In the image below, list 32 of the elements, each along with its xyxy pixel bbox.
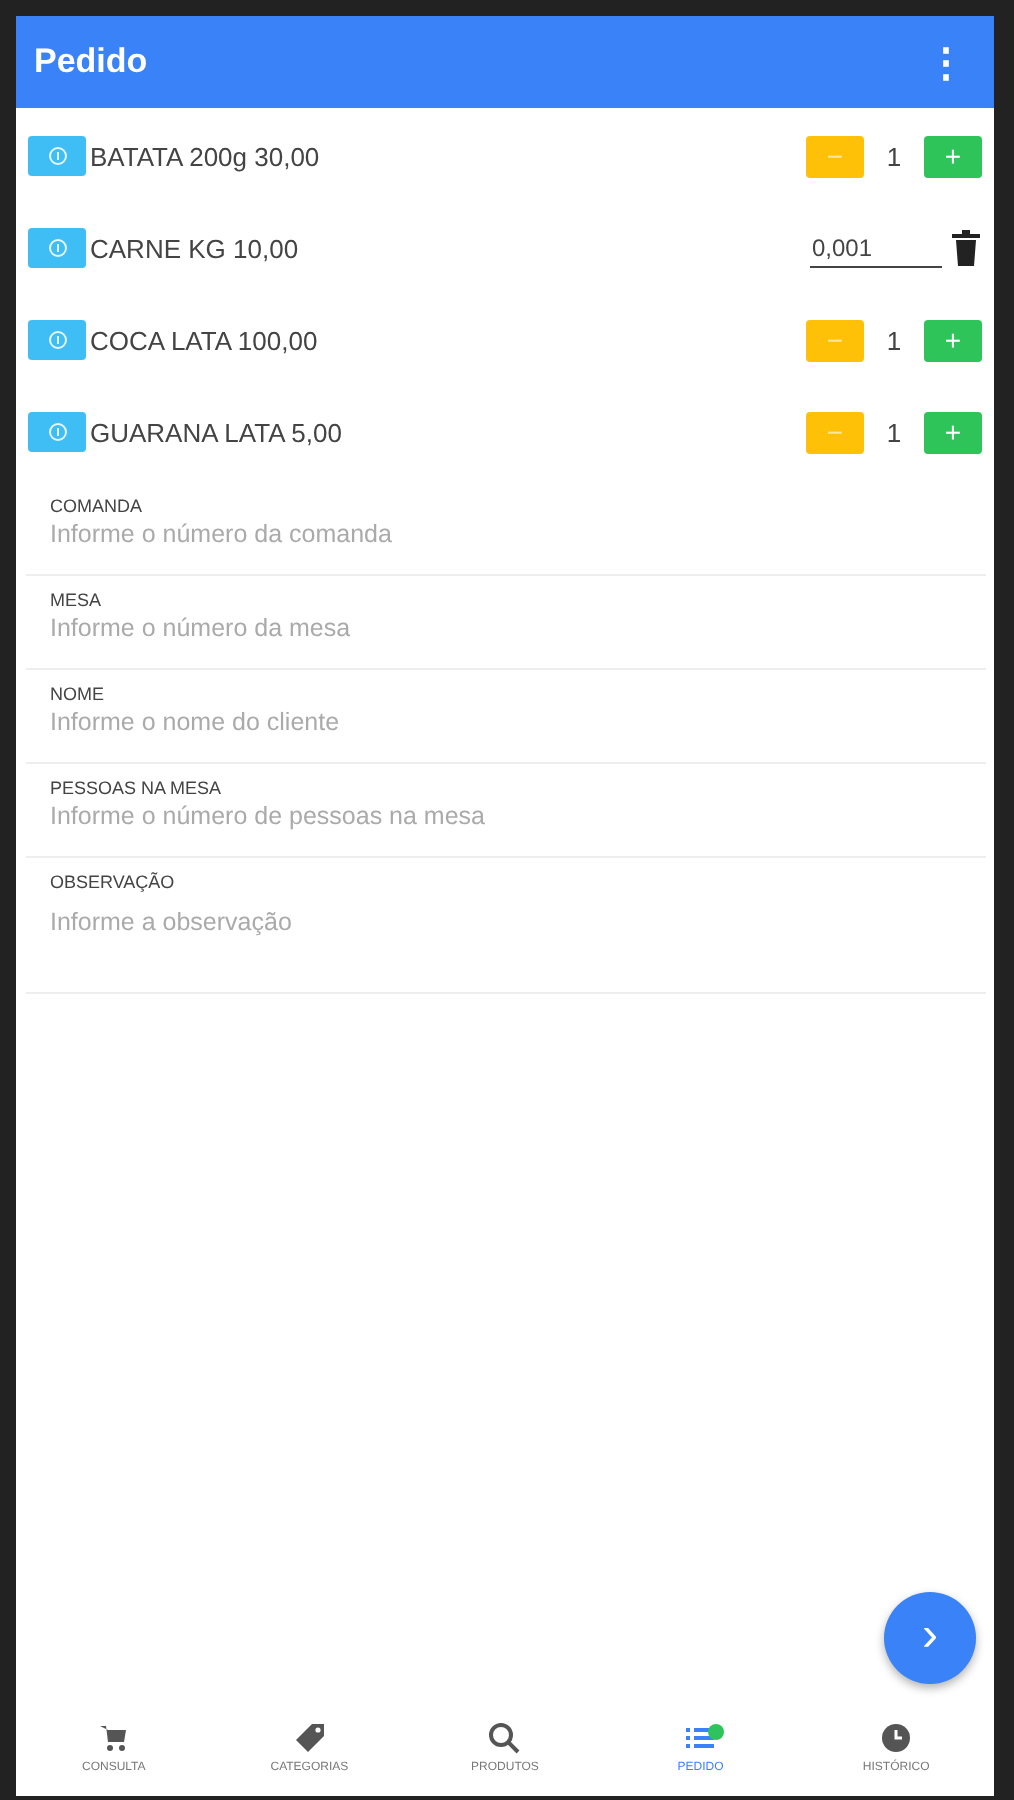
product-name: CARNE KG 10,00 [90,233,301,263]
info-button[interactable] [28,228,86,268]
field-label: MESA [50,590,104,610]
info-icon [47,330,67,350]
field-label: NOME [50,684,106,704]
quantity: 1 [884,325,904,355]
info-icon [47,422,67,442]
info-button[interactable] [28,412,86,452]
info-icon [47,238,67,258]
list-icon [686,1727,715,1747]
product-name: GUARANA LATA 5,00 [90,417,344,447]
page-title: Pedido [34,42,148,82]
field-label: COMANDA [50,496,145,516]
info-button[interactable] [28,320,86,360]
product-name: BATATA 200g 30,00 [90,141,322,171]
next-button[interactable]: › [884,1592,976,1684]
field-label: PESSOAS NA MESA [50,778,224,798]
increase-button[interactable]: + [924,319,982,361]
clock-icon [880,1721,913,1753]
trash-icon[interactable] [950,230,982,266]
field-label: OBSERVAÇÃO [50,872,177,892]
increase-button[interactable]: + [924,411,982,453]
tag-icon [291,1719,328,1755]
menu-button[interactable]: ⋮ [926,37,966,87]
product-name: COCA LATA 100,00 [90,325,320,355]
info-icon [47,146,67,166]
quantity: 1 [884,417,904,447]
cart-icon [97,1721,130,1753]
increase-button[interactable]: + [924,135,982,177]
quantity: 1 [884,141,904,171]
search-icon [488,1721,521,1753]
info-button[interactable] [28,136,86,176]
